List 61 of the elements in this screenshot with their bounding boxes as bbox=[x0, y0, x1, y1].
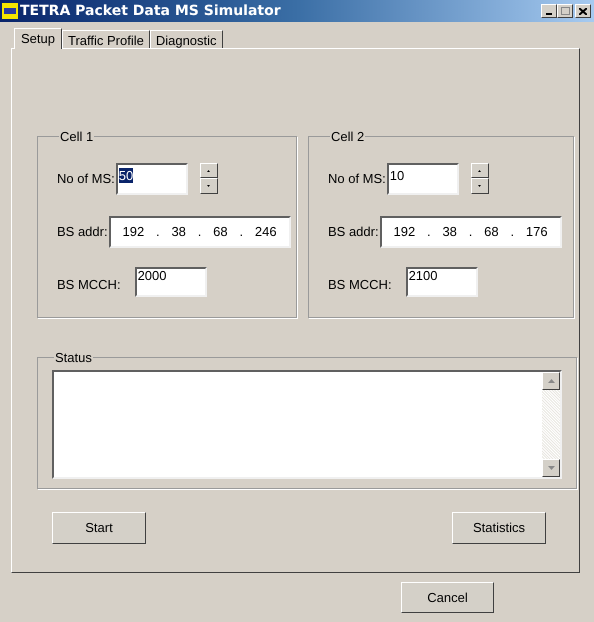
address-octet: 176 bbox=[526, 222, 548, 241]
ip-address-field[interactable]: 192 . 38 . 68 . 176 bbox=[380, 216, 562, 248]
spin-down-button[interactable] bbox=[200, 178, 218, 194]
close-icon bbox=[579, 8, 587, 14]
mcch-field[interactable]: 2000 bbox=[134, 266, 207, 296]
address-octet: 246 bbox=[254, 222, 277, 241]
group-title: Cell 1 bbox=[59, 128, 94, 146]
scroll-up-button[interactable] bbox=[542, 372, 560, 390]
down-arrow-icon bbox=[207, 185, 210, 187]
field-label: BS MCCH: bbox=[57, 276, 121, 294]
field-label: No of MS: bbox=[57, 170, 115, 188]
start-button[interactable]: Start bbox=[52, 512, 146, 544]
status-text-area[interactable] bbox=[52, 370, 562, 478]
address-octet: 192 bbox=[122, 222, 144, 241]
scroll-down-button[interactable] bbox=[542, 458, 560, 476]
close-button[interactable] bbox=[575, 4, 591, 18]
vertical-scrollbar[interactable] bbox=[542, 372, 560, 476]
address-separator: . bbox=[468, 222, 472, 241]
ms-count-field[interactable]: 10 bbox=[386, 162, 459, 194]
address-separator: . bbox=[510, 222, 514, 241]
maximize-button[interactable] bbox=[557, 4, 573, 18]
spin-up-button[interactable] bbox=[200, 163, 218, 178]
minimize-icon bbox=[546, 13, 552, 15]
cancel-button[interactable]: Cancel bbox=[401, 582, 494, 613]
maximize-icon bbox=[560, 7, 570, 15]
ms-count-field[interactable]: 50 bbox=[116, 162, 188, 194]
address-octet: 68 bbox=[213, 222, 228, 241]
down-arrow-icon bbox=[548, 466, 554, 470]
address-separator: . bbox=[239, 222, 244, 241]
statistics-button[interactable]: Statistics bbox=[452, 512, 546, 544]
tab[interactable]: Traffic Profile bbox=[62, 30, 150, 48]
field-label: BS MCCH: bbox=[328, 276, 392, 294]
field-value: 10 bbox=[390, 168, 404, 182]
spin-up-button[interactable] bbox=[470, 163, 489, 178]
address-separator: . bbox=[427, 222, 431, 241]
spin-control[interactable] bbox=[470, 163, 489, 194]
address-octet: 68 bbox=[484, 222, 499, 241]
group-title: Status bbox=[54, 349, 93, 367]
ip-address-field[interactable]: 192 . 38 . 68 . 246 bbox=[108, 216, 291, 248]
address-octet: 38 bbox=[442, 222, 457, 241]
field-label: BS addr: bbox=[57, 222, 108, 241]
address-separator: . bbox=[156, 222, 160, 241]
field-label: No of MS: bbox=[328, 170, 386, 188]
spin-control[interactable] bbox=[200, 163, 218, 194]
up-arrow-icon bbox=[207, 170, 210, 172]
spin-down-button[interactable] bbox=[470, 178, 489, 194]
down-arrow-icon bbox=[478, 185, 482, 187]
app-logo-icon bbox=[2, 3, 18, 19]
field-value: 50 bbox=[118, 168, 134, 182]
address-octet: 38 bbox=[171, 222, 186, 241]
up-arrow-icon bbox=[478, 170, 482, 172]
window-title: TETRA Packet Data MS Simulator bbox=[20, 2, 281, 20]
address-octet: 192 bbox=[394, 222, 416, 241]
address-separator: . bbox=[198, 222, 202, 241]
mcch-field[interactable]: 2100 bbox=[406, 266, 478, 296]
up-arrow-icon bbox=[548, 378, 554, 382]
group-title: Cell 2 bbox=[330, 128, 366, 146]
tab[interactable]: Diagnostic bbox=[150, 30, 223, 48]
field-label: BS addr: bbox=[328, 222, 379, 241]
minimize-button[interactable] bbox=[541, 4, 557, 18]
tab[interactable]: Setup bbox=[14, 28, 62, 49]
